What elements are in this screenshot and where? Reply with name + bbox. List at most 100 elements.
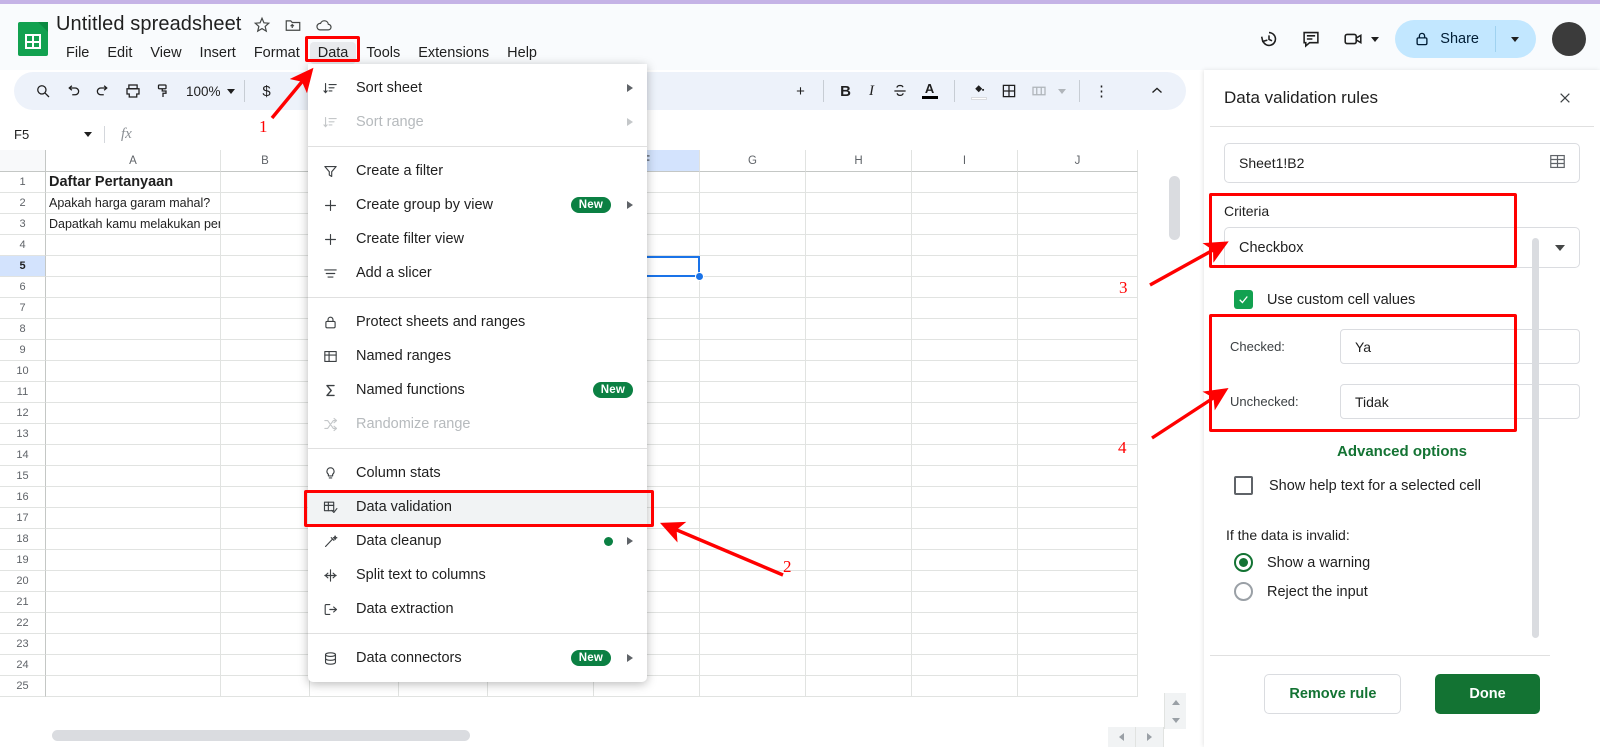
cell-B10[interactable] <box>221 361 310 382</box>
cell-A6[interactable] <box>46 277 221 298</box>
menu-item-create-filter-view[interactable]: Create filter view <box>308 222 647 256</box>
cell-J8[interactable] <box>1018 319 1138 340</box>
cell-J2[interactable] <box>1018 193 1138 214</box>
cell-G21[interactable] <box>700 592 806 613</box>
cell-J22[interactable] <box>1018 613 1138 634</box>
cell-I1[interactable] <box>912 172 1018 193</box>
cell-A24[interactable] <box>46 655 221 676</box>
show-help-text-row[interactable]: Show help text for a selected cell <box>1234 476 1580 495</box>
cell-J10[interactable] <box>1018 361 1138 382</box>
zoom-selector[interactable]: 100% <box>186 84 235 99</box>
reject-input-radio[interactable] <box>1234 582 1253 601</box>
cell-J4[interactable] <box>1018 235 1138 256</box>
menu-edit[interactable]: Edit <box>99 42 140 64</box>
cell-G3[interactable] <box>700 214 806 235</box>
row-header-7[interactable]: 7 <box>0 298 46 319</box>
radio-show-warning[interactable]: Show a warning <box>1234 553 1580 572</box>
cell-A10[interactable] <box>46 361 221 382</box>
cell-H22[interactable] <box>806 613 912 634</box>
cell-J20[interactable] <box>1018 571 1138 592</box>
cell-G25[interactable] <box>700 676 806 697</box>
cell-H21[interactable] <box>806 592 912 613</box>
row-header-20[interactable]: 20 <box>0 571 46 592</box>
remove-rule-button[interactable]: Remove rule <box>1264 674 1401 714</box>
cell-A8[interactable] <box>46 319 221 340</box>
cell-H16[interactable] <box>806 487 912 508</box>
column-header-J[interactable]: J <box>1018 150 1138 172</box>
cell-I16[interactable] <box>912 487 1018 508</box>
merge-dropdown-button[interactable] <box>1054 76 1070 106</box>
cell-A13[interactable] <box>46 424 221 445</box>
cell-I15[interactable] <box>912 466 1018 487</box>
cell-I11[interactable] <box>912 382 1018 403</box>
cell-A5[interactable] <box>46 256 221 277</box>
cell-B20[interactable] <box>221 571 310 592</box>
cell-I20[interactable] <box>912 571 1018 592</box>
cell-H14[interactable] <box>806 445 912 466</box>
row-header-11[interactable]: 11 <box>0 382 46 403</box>
more-options-button[interactable]: ⋮ <box>1089 77 1115 105</box>
merge-cells-button[interactable] <box>1024 76 1054 106</box>
cell-H24[interactable] <box>806 655 912 676</box>
cell-B17[interactable] <box>221 508 310 529</box>
bold-button[interactable]: B <box>833 77 859 105</box>
cell-J5[interactable] <box>1018 256 1138 277</box>
row-header-12[interactable]: 12 <box>0 403 46 424</box>
scroll-left-button[interactable] <box>1108 727 1136 747</box>
cell-J3[interactable] <box>1018 214 1138 235</box>
scroll-right-button[interactable] <box>1136 727 1164 747</box>
cell-I25[interactable] <box>912 676 1018 697</box>
cell-I3[interactable] <box>912 214 1018 235</box>
vertical-scrollbar-track[interactable] <box>1169 174 1180 684</box>
row-header-10[interactable]: 10 <box>0 361 46 382</box>
unchecked-value-input[interactable]: Tidak <box>1340 384 1580 419</box>
cell-I21[interactable] <box>912 592 1018 613</box>
menu-insert[interactable]: Insert <box>192 42 244 64</box>
cell-J23[interactable] <box>1018 634 1138 655</box>
horizontal-scrollbar-thumb[interactable] <box>52 730 470 741</box>
cell-G23[interactable] <box>700 634 806 655</box>
page-title[interactable]: Untitled spreadsheet <box>56 13 241 36</box>
cell-H17[interactable] <box>806 508 912 529</box>
cell-J21[interactable] <box>1018 592 1138 613</box>
cell-A25[interactable] <box>46 676 221 697</box>
cell-I5[interactable] <box>912 256 1018 277</box>
undo-icon[interactable] <box>58 76 88 106</box>
cell-B8[interactable] <box>221 319 310 340</box>
done-button[interactable]: Done <box>1435 674 1539 714</box>
strikethrough-button[interactable] <box>885 76 915 106</box>
row-header-19[interactable]: 19 <box>0 550 46 571</box>
cell-B3[interactable] <box>221 214 310 235</box>
cell-A2[interactable]: Apakah harga garam mahal? <box>46 193 221 214</box>
scroll-down-button[interactable] <box>1164 711 1186 729</box>
menu-item-named-functions[interactable]: Named functionsNew <box>308 373 647 407</box>
close-icon[interactable] <box>1552 85 1578 111</box>
cell-G4[interactable] <box>700 235 806 256</box>
search-icon[interactable] <box>28 76 58 106</box>
cell-B7[interactable] <box>221 298 310 319</box>
cell-G6[interactable] <box>700 277 806 298</box>
menu-tools[interactable]: Tools <box>358 42 408 64</box>
radio-reject-input[interactable]: Reject the input <box>1234 582 1580 601</box>
menu-item-create-group-by-view[interactable]: Create group by viewNew <box>308 188 647 222</box>
cell-B4[interactable] <box>221 235 310 256</box>
cell-B2[interactable] <box>221 193 310 214</box>
formula-input[interactable] <box>132 118 1186 150</box>
cell-A9[interactable] <box>46 340 221 361</box>
cell-J12[interactable] <box>1018 403 1138 424</box>
row-header-23[interactable]: 23 <box>0 634 46 655</box>
menu-item-data-validation[interactable]: Data validation <box>308 490 647 524</box>
cell-G16[interactable] <box>700 487 806 508</box>
row-header-6[interactable]: 6 <box>0 277 46 298</box>
cell-H19[interactable] <box>806 550 912 571</box>
cell-H15[interactable] <box>806 466 912 487</box>
cell-B12[interactable] <box>221 403 310 424</box>
cloud-saved-icon[interactable] <box>314 15 334 35</box>
avatar[interactable] <box>1552 22 1586 56</box>
cell-A16[interactable] <box>46 487 221 508</box>
cell-J19[interactable] <box>1018 550 1138 571</box>
cell-H1[interactable] <box>806 172 912 193</box>
panel-scrollbar-thumb[interactable] <box>1532 238 1539 638</box>
cell-A1[interactable]: Daftar Pertanyaan <box>46 172 221 193</box>
cell-A14[interactable] <box>46 445 221 466</box>
